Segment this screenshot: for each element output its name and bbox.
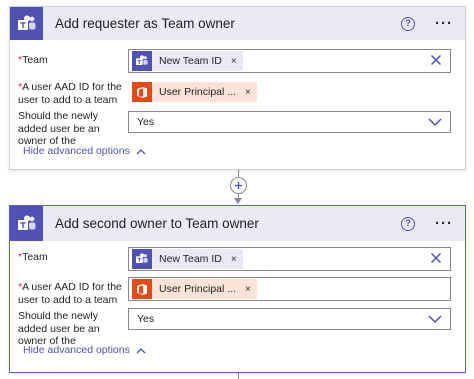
microsoft-teams-icon — [10, 7, 43, 40]
team-id-token[interactable]: New Team ID × — [132, 249, 243, 269]
action-card-add-second-owner[interactable]: Add second owner to Team owner ? ··· *Te… — [9, 205, 466, 373]
advanced-label: Hide advanced options — [23, 145, 130, 157]
token-label: User Principal ... — [159, 283, 237, 295]
team-label: *Team — [18, 251, 48, 263]
chevron-down-icon[interactable] — [428, 117, 442, 127]
add-step-button[interactable] — [230, 177, 247, 194]
user-field[interactable]: User Principal ... × — [128, 277, 451, 301]
remove-token-icon[interactable]: × — [245, 87, 251, 98]
owner-label: Should the newly added user be an owner … — [18, 310, 100, 347]
microsoft-teams-icon — [132, 51, 152, 71]
close-icon[interactable] — [429, 53, 443, 67]
help-icon[interactable]: ? — [401, 216, 415, 231]
remove-token-icon[interactable]: × — [231, 254, 237, 265]
owner-select-value: Yes — [137, 313, 155, 325]
team-id-token[interactable]: New Team ID × — [132, 51, 243, 71]
token-label: User Principal ... — [159, 86, 237, 98]
advanced-label: Hide advanced options — [23, 344, 130, 356]
user-principal-token[interactable]: User Principal ... × — [132, 82, 257, 102]
card-title: Add requester as Team owner — [55, 16, 235, 31]
team-field[interactable]: New Team ID × — [128, 49, 451, 73]
user-label: *A user AAD ID for the user to add to a … — [18, 281, 122, 306]
user-field[interactable]: User Principal ... × — [128, 80, 451, 104]
chevron-up-icon — [136, 148, 146, 154]
team-field[interactable]: New Team ID × — [128, 247, 451, 271]
plus-icon — [235, 182, 242, 189]
hide-advanced-options-link[interactable]: Hide advanced options — [23, 344, 146, 356]
office-icon — [132, 82, 152, 102]
token-label: New Team ID — [159, 253, 222, 265]
user-principal-token[interactable]: User Principal ... × — [132, 279, 257, 299]
token-label: New Team ID — [159, 55, 222, 67]
team-label: *Team — [18, 54, 48, 66]
help-icon[interactable]: ? — [401, 16, 415, 31]
remove-token-icon[interactable]: × — [231, 56, 237, 67]
owner-select[interactable]: Yes — [128, 111, 451, 133]
user-label: *A user AAD ID for the user to add to a … — [18, 81, 122, 106]
flow-connector — [238, 373, 239, 379]
chevron-up-icon — [136, 347, 146, 353]
microsoft-teams-icon — [132, 249, 152, 269]
remove-token-icon[interactable]: × — [245, 284, 251, 295]
hide-advanced-options-link[interactable]: Hide advanced options — [23, 145, 146, 157]
more-options-icon[interactable]: ··· — [435, 216, 453, 231]
owner-select-value: Yes — [137, 116, 155, 128]
flow-connector — [238, 170, 239, 177]
action-card-add-requester[interactable]: Add requester as Team owner ? ··· *Team … — [9, 6, 466, 170]
owner-select[interactable]: Yes — [128, 308, 451, 330]
microsoft-teams-icon — [10, 206, 43, 241]
close-icon[interactable] — [429, 251, 443, 265]
more-options-icon[interactable]: ··· — [435, 16, 453, 31]
owner-label: Should the newly added user be an owner … — [18, 110, 100, 147]
card-header[interactable]: Add requester as Team owner ? ··· — [10, 7, 465, 40]
office-icon — [132, 279, 152, 299]
card-title: Add second owner to Team owner — [55, 216, 259, 231]
flow-arrow-icon — [234, 198, 242, 204]
card-header[interactable]: Add second owner to Team owner ? ··· — [10, 206, 465, 241]
chevron-down-icon[interactable] — [428, 314, 442, 324]
